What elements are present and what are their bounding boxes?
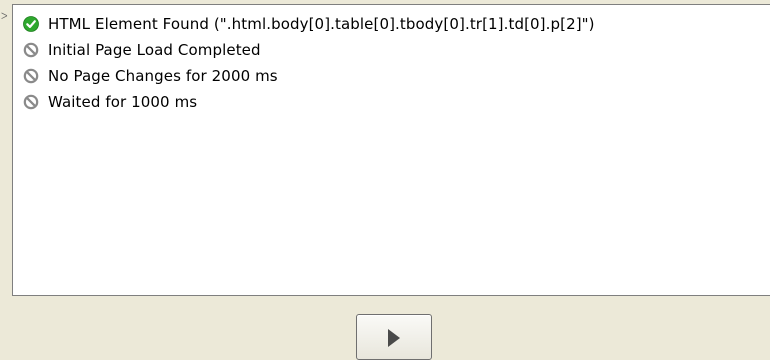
condition-label: Initial Page Load Completed: [48, 41, 261, 59]
condition-label: HTML Element Found (".html.body[0].table…: [48, 15, 595, 33]
conditions-list: HTML Element Found (".html.body[0].table…: [12, 4, 770, 296]
condition-label: No Page Changes for 2000 ms: [48, 67, 278, 85]
no-circle-icon: [23, 42, 39, 58]
check-circle-icon: [23, 16, 39, 32]
play-icon: [388, 329, 400, 347]
no-circle-icon: [23, 68, 39, 84]
list-item-initial-page-load[interactable]: Initial Page Load Completed: [23, 39, 261, 61]
play-button[interactable]: [356, 314, 432, 360]
no-circle-icon: [23, 94, 39, 110]
left-edge-strip: ᐳ: [0, 0, 12, 300]
edge-marker-icon: ᐳ: [1, 12, 8, 22]
list-item-waited[interactable]: Waited for 1000 ms: [23, 91, 197, 113]
condition-label: Waited for 1000 ms: [48, 93, 198, 111]
list-item-html-element-found[interactable]: HTML Element Found (".html.body[0].table…: [23, 13, 595, 35]
list-item-no-page-changes[interactable]: No Page Changes for 2000 ms: [23, 65, 278, 87]
